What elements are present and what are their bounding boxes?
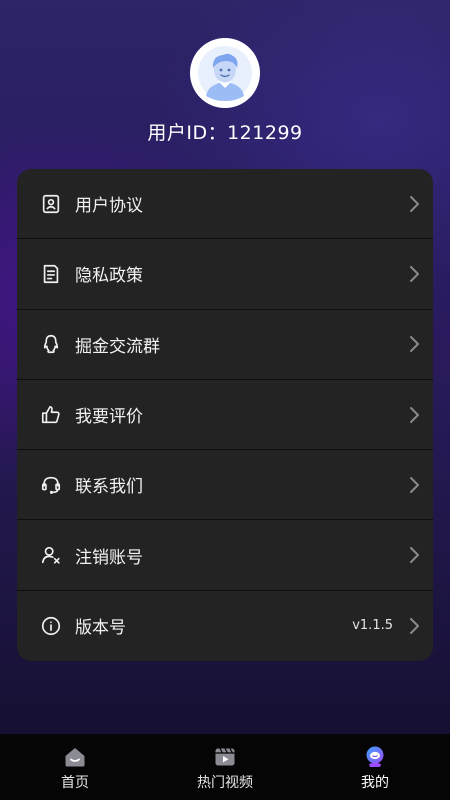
profile-tab-icon [362, 744, 388, 770]
menu-item-label: 我要评价 [75, 407, 143, 428]
chevron-right-icon [407, 405, 421, 425]
chevron-right-icon [407, 616, 421, 636]
tab-hot-videos[interactable]: 热门视频 [150, 734, 300, 800]
menu-item-label: 注销账号 [75, 547, 143, 568]
chevron-right-icon [407, 264, 421, 284]
menu-item-label: 用户协议 [75, 196, 143, 217]
settings-menu: 用户协议 隐私政策 掘金交流群 我要评价 联系我们 注销账号 版本号 v1.1.… [17, 169, 433, 661]
menu-item-label: 隐私政策 [75, 266, 143, 287]
version-value: v1.1.5 [352, 618, 393, 634]
user-id-label: 用户ID：121299 [147, 122, 303, 144]
tab-label: 热门视频 [197, 775, 253, 791]
tab-home[interactable]: 首页 [0, 734, 150, 800]
user-agreement-icon [39, 192, 63, 216]
tab-label: 我的 [361, 775, 389, 791]
menu-item-label: 联系我们 [75, 477, 143, 498]
home-icon [62, 744, 88, 770]
tab-mine[interactable]: 我的 [300, 734, 450, 800]
thumbs-up-icon [39, 403, 63, 427]
chevron-right-icon [407, 475, 421, 495]
tab-label: 首页 [61, 775, 89, 791]
chevron-right-icon [407, 545, 421, 565]
menu-item-label: 掘金交流群 [75, 336, 160, 357]
menu-item-delete-account[interactable]: 注销账号 [17, 520, 433, 591]
menu-item-user-agreement[interactable]: 用户协议 [17, 169, 433, 240]
qq-penguin-icon [39, 332, 63, 356]
info-icon [39, 614, 63, 638]
headset-icon [39, 473, 63, 497]
user-remove-icon [39, 543, 63, 567]
chevron-right-icon [407, 334, 421, 354]
user-avatar-icon [198, 46, 252, 101]
chevron-right-icon [407, 194, 421, 214]
menu-item-label: 版本号 [75, 618, 126, 639]
menu-item-rate-us[interactable]: 我要评价 [17, 380, 433, 451]
menu-item-community-group[interactable]: 掘金交流群 [17, 310, 433, 380]
video-icon [212, 744, 238, 770]
avatar[interactable] [190, 38, 260, 108]
privacy-document-icon [39, 262, 63, 286]
menu-item-privacy-policy[interactable]: 隐私政策 [17, 239, 433, 310]
profile-screen: 用户ID：121299 用户协议 隐私政策 掘金交流群 我要评价 联系我们 注销… [0, 0, 450, 800]
menu-item-version[interactable]: 版本号 v1.1.5 [17, 591, 433, 661]
menu-item-contact-us[interactable]: 联系我们 [17, 450, 433, 521]
bottom-tab-bar: 首页 热门视频 我的 [0, 734, 450, 800]
